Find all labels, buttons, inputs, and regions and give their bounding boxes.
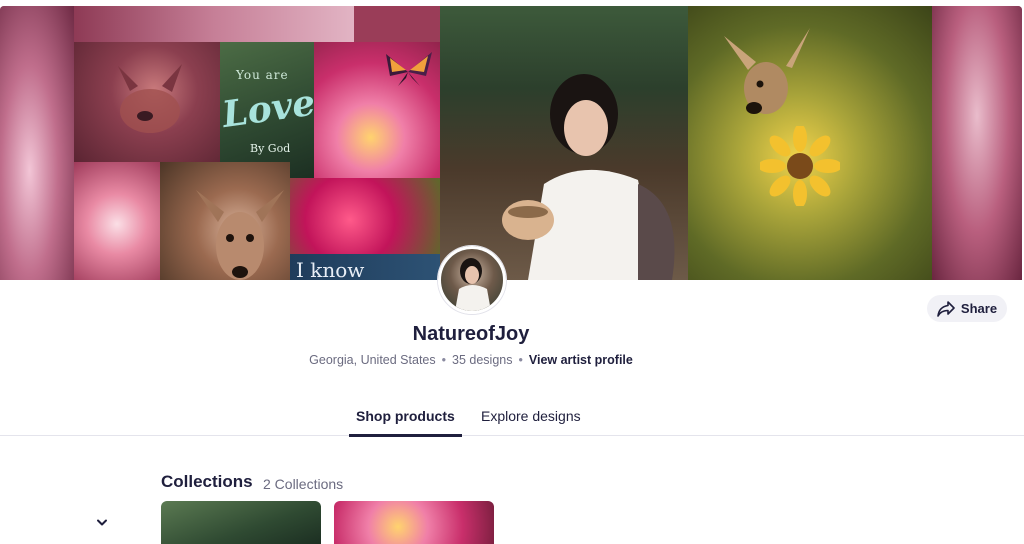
share-button[interactable]: Share bbox=[927, 295, 1007, 322]
portrait-figure bbox=[502, 74, 675, 280]
avatar-portrait bbox=[455, 258, 491, 311]
separator-dot: • bbox=[518, 353, 523, 367]
deer-head-image bbox=[724, 28, 810, 114]
chevron-down-icon[interactable] bbox=[96, 518, 108, 528]
collections-heading: Collections bbox=[161, 472, 253, 491]
shop-tabs: Shop products Explore designs bbox=[0, 398, 1024, 437]
fawn-face bbox=[196, 190, 284, 280]
artist-location: Georgia, United States bbox=[309, 353, 436, 367]
deer-illustration bbox=[118, 64, 182, 133]
tab-shop-products[interactable]: Shop products bbox=[349, 408, 462, 437]
banner-right-edge bbox=[932, 6, 1022, 280]
share-arrow-icon bbox=[937, 300, 955, 317]
collection-card[interactable] bbox=[161, 501, 321, 544]
collage-tile-zinnia bbox=[290, 178, 440, 254]
banner-top-strip bbox=[74, 6, 354, 42]
view-artist-profile-link[interactable]: View artist profile bbox=[529, 353, 633, 367]
sunflower-image bbox=[760, 126, 840, 206]
share-label: Share bbox=[960, 301, 998, 316]
tile-text-you-are: You are bbox=[236, 68, 289, 82]
collage-tile-lily bbox=[74, 162, 160, 280]
artist-design-count: 35 designs bbox=[452, 353, 513, 367]
tab-explore-designs[interactable]: Explore designs bbox=[481, 408, 581, 434]
artist-meta: Georgia, United States • 35 designs • View a… bbox=[0, 353, 942, 367]
separator-dot: • bbox=[441, 353, 447, 367]
artist-shop-page: You are Loved By God I know Share Nature… bbox=[0, 0, 1024, 544]
artist-avatar[interactable] bbox=[438, 246, 506, 314]
tile-text-by-god: By God bbox=[250, 142, 291, 155]
collections-count: 2 Collections bbox=[263, 476, 344, 492]
banner-left-edge bbox=[0, 6, 74, 280]
artist-name: NatureofJoy bbox=[412, 323, 530, 345]
tile-text-i-know: I know bbox=[296, 258, 365, 280]
collection-card[interactable] bbox=[334, 501, 494, 544]
cover-banner: You are Loved By God I know bbox=[0, 6, 1022, 280]
butterfly-image bbox=[386, 52, 432, 86]
